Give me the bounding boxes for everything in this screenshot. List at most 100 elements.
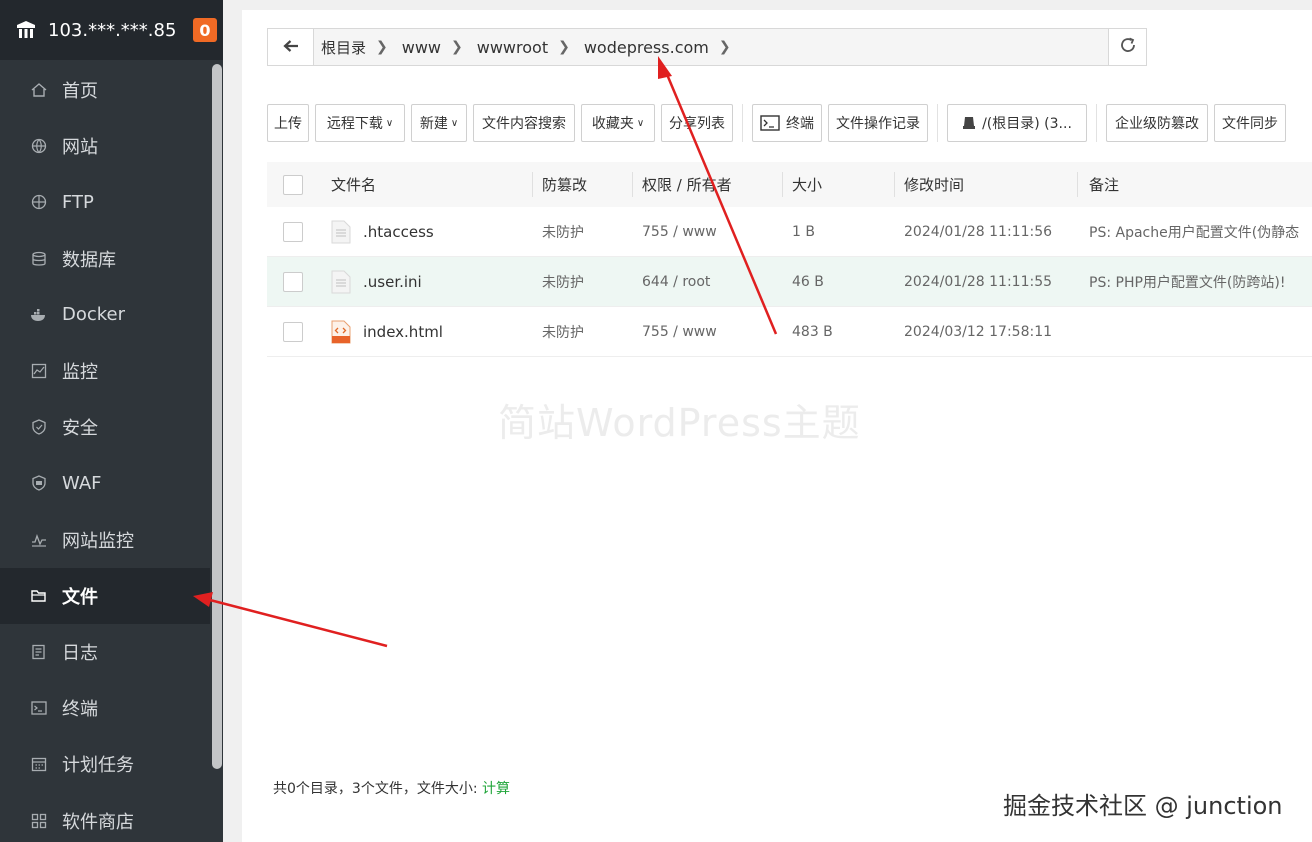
terminal-button[interactable]: 终端: [752, 104, 822, 142]
header-name-label: 文件名: [331, 176, 377, 194]
protect-status[interactable]: 未防护: [532, 222, 632, 242]
table-row[interactable]: .user.ini 未防护 644 / root 46 B 2024/01/28…: [267, 257, 1312, 307]
breadcrumb-site[interactable]: wodepress.com: [584, 38, 709, 57]
watermark-text: 简站WordPress主题: [498, 401, 861, 445]
sidebar-item-logs[interactable]: 日志: [0, 624, 210, 680]
table-header: 文件名 防篡改 权限 / 所有者 大小 修改时间 备注: [267, 162, 1312, 207]
operation-log-button[interactable]: 文件操作记录: [828, 104, 928, 142]
chevron-down-icon: ∨: [636, 117, 645, 129]
html-file-icon: [331, 320, 351, 344]
permission[interactable]: 644 / root: [632, 274, 782, 290]
sidebar-item-label: WAF: [62, 472, 102, 494]
permission[interactable]: 755 / www: [632, 224, 782, 240]
pulse-icon: [30, 531, 48, 549]
select-all-checkbox[interactable]: [283, 174, 303, 195]
sidebar-item-terminal[interactable]: 终端: [0, 680, 210, 736]
permission[interactable]: 755 / www: [632, 324, 782, 340]
sidebar-item-database[interactable]: 数据库: [0, 231, 210, 287]
header-size[interactable]: 大小: [782, 162, 894, 207]
sidebar-item-label: 数据库: [62, 249, 116, 271]
log-icon: [30, 643, 48, 661]
refresh-icon: [1119, 36, 1137, 58]
sidebar-item-cron[interactable]: 计划任务: [0, 736, 210, 792]
protect-status[interactable]: 未防护: [532, 322, 632, 342]
shield-icon: [30, 418, 48, 436]
sidebar-item-label: 安全: [62, 418, 98, 440]
refresh-button[interactable]: [1108, 29, 1146, 65]
sidebar-item-label: 网站: [62, 137, 98, 159]
folder-icon: [30, 587, 48, 605]
header-note[interactable]: 备注: [1077, 162, 1312, 207]
file-sync-button[interactable]: 文件同步: [1214, 104, 1286, 142]
sidebar-scrollbar[interactable]: [211, 62, 223, 842]
upload-label: 上传: [274, 116, 302, 132]
column-divider: [782, 172, 783, 197]
sidebar-item-app-store[interactable]: 软件商店: [0, 792, 210, 842]
text-file-icon: [331, 270, 351, 294]
header-perm[interactable]: 权限 / 所有者: [632, 162, 782, 207]
sidebar-item-website[interactable]: 网站: [0, 118, 210, 174]
header-mtime[interactable]: 修改时间: [894, 162, 1077, 207]
toolbar-divider: [742, 104, 743, 142]
new-label: 新建: [419, 116, 448, 132]
share-list-button[interactable]: 分享列表: [661, 104, 733, 142]
favorites-button[interactable]: 收藏夹 ∨: [581, 104, 655, 142]
file-name-cell[interactable]: index.html: [319, 320, 532, 344]
breadcrumb-root[interactable]: 根目录: [321, 37, 366, 58]
sidebar-item-monitor[interactable]: 监控: [0, 343, 210, 399]
sidebar-item-waf[interactable]: WAF: [0, 455, 210, 511]
notification-badge[interactable]: 0: [193, 18, 217, 42]
ftp-globe-icon: [30, 193, 48, 211]
chevron-right-icon: ❯: [376, 39, 388, 55]
tamper-proof-label: 企业级防篡改: [1115, 116, 1199, 132]
new-button[interactable]: 新建 ∨: [411, 104, 467, 142]
breadcrumb-wwwroot[interactable]: wwwroot: [477, 38, 548, 57]
sidebar-item-home[interactable]: 首页: [0, 62, 210, 118]
file-summary: 共0个目录，3个文件，文件大小: 计算: [273, 778, 510, 798]
file-size: 46 B: [792, 273, 824, 290]
file-size: 483 B: [792, 323, 833, 340]
content-search-button[interactable]: 文件内容搜索: [473, 104, 575, 142]
column-divider: [894, 172, 895, 197]
header-perm-label: 权限 / 所有者: [642, 176, 732, 194]
file-name: .user.ini: [363, 272, 422, 291]
header-protect-label: 防篡改: [542, 176, 588, 194]
remote-download-label: 远程下载: [326, 116, 383, 132]
disk-select-button[interactable]: /(根目录) (3...: [947, 104, 1087, 142]
globe-icon: [30, 137, 48, 155]
sidebar-item-files[interactable]: 文件: [0, 567, 210, 624]
table-row[interactable]: .htaccess 未防护 755 / www 1 B 2024/01/28 1…: [267, 207, 1312, 257]
sidebar-item-site-monitor[interactable]: 网站监控: [0, 512, 210, 568]
file-name-cell[interactable]: .user.ini: [319, 270, 532, 294]
header-name[interactable]: 文件名: [319, 162, 532, 207]
row-checkbox[interactable]: [283, 271, 303, 292]
remote-download-button[interactable]: 远程下载 ∨: [315, 104, 405, 142]
row-checkbox[interactable]: [283, 321, 303, 342]
row-checkbox[interactable]: [283, 221, 303, 242]
back-button[interactable]: [268, 29, 314, 65]
column-divider: [1077, 172, 1078, 197]
chevron-down-icon: ∨: [450, 117, 459, 129]
file-name-cell[interactable]: .htaccess: [319, 220, 532, 244]
protect-status[interactable]: 未防护: [532, 272, 632, 292]
chevron-right-icon: ❯: [718, 39, 731, 55]
sidebar-scrollbar-thumb[interactable]: [212, 64, 222, 769]
sidebar-item-docker[interactable]: Docker: [0, 287, 210, 343]
sidebar: 103.***.***.85 0 首页 网站 FTP 数据库 Docker 监控: [0, 0, 223, 842]
summary-text: 共0个目录，3个文件，文件大小:: [273, 781, 482, 797]
sidebar-item-label: 首页: [62, 81, 98, 103]
sidebar-item-label: FTP: [62, 191, 94, 213]
header-mtime-label: 修改时间: [904, 176, 965, 194]
calculate-size-link[interactable]: 计算: [482, 781, 510, 797]
table-row[interactable]: index.html 未防护 755 / www 483 B 2024/03/1…: [267, 307, 1312, 357]
tamper-proof-button[interactable]: 企业级防篡改: [1106, 104, 1208, 142]
waf-shield-icon: [30, 474, 48, 492]
sidebar-item-security[interactable]: 安全: [0, 399, 210, 455]
sidebar-item-ftp[interactable]: FTP: [0, 174, 210, 230]
file-note: PS: PHP用户配置文件(防跨站)!: [1089, 274, 1286, 291]
share-list-label: 分享列表: [669, 116, 725, 132]
file-sync-label: 文件同步: [1222, 116, 1278, 132]
breadcrumb-www[interactable]: www: [402, 38, 441, 57]
header-protect[interactable]: 防篡改: [532, 162, 632, 207]
upload-button[interactable]: 上传: [267, 104, 309, 142]
